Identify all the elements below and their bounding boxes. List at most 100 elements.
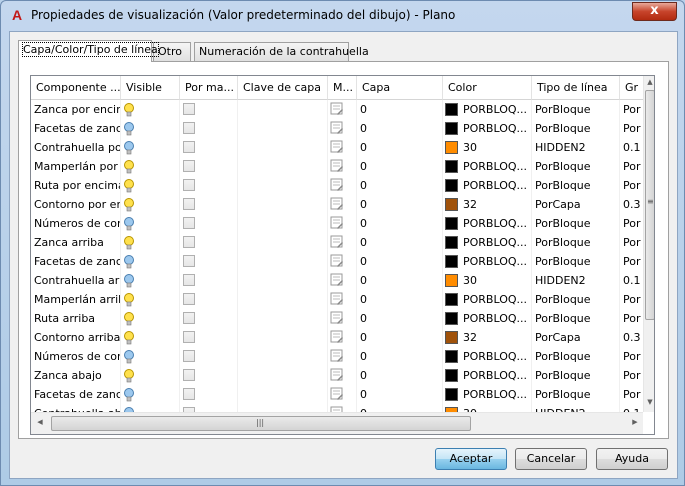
cell-visible[interactable] <box>121 138 180 157</box>
cell-tipo-de-linea[interactable]: PorBloque <box>532 309 620 328</box>
scroll-down-arrow-icon[interactable]: ▼ <box>644 398 654 406</box>
cell-grosor[interactable]: Por <box>620 309 643 328</box>
cell-componente[interactable]: Contrahuella abaj <box>31 404 121 412</box>
lightbulb-icon[interactable] <box>123 349 135 365</box>
lightbulb-icon[interactable] <box>123 197 135 213</box>
cell-color[interactable]: PORBLOQ... <box>443 252 532 271</box>
by-material-checkbox[interactable] <box>183 236 195 248</box>
table-row[interactable]: Facetas de zanca 0 PORBLOQ... PorBloque Por <box>31 119 643 138</box>
by-material-checkbox[interactable] <box>183 388 195 400</box>
cell-componente[interactable]: Contorno por enci <box>31 195 121 214</box>
cell-tipo-de-linea[interactable]: PorBloque <box>532 119 620 138</box>
cell-grosor[interactable]: Por <box>620 347 643 366</box>
cell-clave-de-capa[interactable] <box>238 366 328 385</box>
column-header-5[interactable]: Capa <box>357 76 443 100</box>
cell-componente[interactable]: Contrahuella por e <box>31 138 121 157</box>
cell-grosor[interactable]: 0.1 <box>620 271 643 290</box>
table-row[interactable]: Contrahuella abaj 0 30 HIDDEN20.1 <box>31 404 643 412</box>
table-row[interactable]: Números de contr 0 PORBLOQ... PorBloquePor <box>31 214 643 233</box>
cell-tipo-de-linea[interactable]: PorBloque <box>532 252 620 271</box>
cell-color[interactable]: 30 <box>443 138 532 157</box>
cell-tipo-de-linea[interactable]: PorBloque <box>532 233 620 252</box>
table-row[interactable]: Ruta arriba 0 PORBLOQ... PorBloque Por <box>31 309 643 328</box>
by-material-checkbox[interactable] <box>183 293 195 305</box>
cell-visible[interactable] <box>121 347 180 366</box>
lightbulb-icon[interactable] <box>123 273 135 289</box>
cell-m[interactable] <box>328 157 357 176</box>
help-button[interactable]: Ayuda <box>596 448 668 470</box>
cell-m[interactable] <box>328 385 357 404</box>
table-row[interactable]: Mamperlán por enc 0 PORBLOQ... PorBloquePor <box>31 157 643 176</box>
layer-edit-icon[interactable] <box>330 387 344 401</box>
cell-m[interactable] <box>328 328 357 347</box>
by-material-checkbox[interactable] <box>183 122 195 134</box>
cell-tipo-de-linea[interactable]: PorBloque <box>532 366 620 385</box>
cell-por-material[interactable] <box>180 176 238 195</box>
cell-m[interactable] <box>328 309 357 328</box>
scroll-left-arrow-icon[interactable]: ◀ <box>34 418 46 426</box>
cell-grosor[interactable]: Por <box>620 119 643 138</box>
cell-color[interactable]: 30 <box>443 404 532 412</box>
cell-color[interactable]: PORBLOQ... <box>443 157 532 176</box>
cell-m[interactable] <box>328 214 357 233</box>
table-row[interactable]: Contorno por enci 0 32 PorCapa0.3 <box>31 195 643 214</box>
layer-edit-icon[interactable] <box>330 159 344 173</box>
cell-componente[interactable]: Ruta arriba <box>31 309 121 328</box>
cell-color[interactable]: PORBLOQ... <box>443 214 532 233</box>
cell-componente[interactable]: Números de contr <box>31 347 121 366</box>
tab-numeracion-contrahuella[interactable]: Numeración de la contrahuella <box>194 42 369 61</box>
column-header-1[interactable]: Visible <box>121 76 180 100</box>
cell-componente[interactable]: Facetas de zanca <box>31 252 121 271</box>
cell-m[interactable] <box>328 366 357 385</box>
cell-componente[interactable]: Mamperlán arriba <box>31 290 121 309</box>
cell-color[interactable]: 30 <box>443 271 532 290</box>
cell-visible[interactable] <box>121 290 180 309</box>
cell-visible[interactable] <box>121 366 180 385</box>
table-row[interactable]: Zanca abajo 0 PORBLOQ... PorBloque Por <box>31 366 643 385</box>
cell-por-material[interactable] <box>180 100 238 119</box>
cell-clave-de-capa[interactable] <box>238 176 328 195</box>
table-row[interactable]: Contorno arriba 0 32 PorCapa 0.3 <box>31 328 643 347</box>
title-bar[interactable]: A Propiedades de visualización (Valor pr… <box>1 1 684 29</box>
scroll-right-arrow-icon[interactable]: ▶ <box>629 418 641 426</box>
cell-clave-de-capa[interactable] <box>238 271 328 290</box>
tab-capa-color-tipo[interactable]: Capa/Color/Tipo de línea <box>18 40 159 62</box>
by-material-checkbox[interactable] <box>183 274 195 286</box>
cell-color[interactable]: PORBLOQ... <box>443 347 532 366</box>
layer-edit-icon[interactable] <box>330 273 344 287</box>
cell-grosor[interactable]: Por <box>620 176 643 195</box>
cell-visible[interactable] <box>121 252 180 271</box>
cell-por-material[interactable] <box>180 271 238 290</box>
cell-tipo-de-linea[interactable]: PorCapa <box>532 195 620 214</box>
cell-color[interactable]: PORBLOQ... <box>443 309 532 328</box>
cell-color[interactable]: PORBLOQ... <box>443 176 532 195</box>
cell-m[interactable] <box>328 271 357 290</box>
lightbulb-icon[interactable] <box>123 292 135 308</box>
cell-grosor[interactable]: Por <box>620 157 643 176</box>
cell-por-material[interactable] <box>180 252 238 271</box>
horizontal-scroll-thumb[interactable]: ||| <box>51 416 471 431</box>
layer-edit-icon[interactable] <box>330 368 344 382</box>
layer-edit-icon[interactable] <box>330 178 344 192</box>
by-material-checkbox[interactable] <box>183 369 195 381</box>
cell-por-material[interactable] <box>180 309 238 328</box>
table-row[interactable]: Contrahuella arriba 0 30 HIDDEN20.1 <box>31 271 643 290</box>
cell-m[interactable] <box>328 176 357 195</box>
tab-otro[interactable]: Otro <box>153 42 191 61</box>
lightbulb-icon[interactable] <box>123 216 135 232</box>
by-material-checkbox[interactable] <box>183 179 195 191</box>
cell-por-material[interactable] <box>180 214 238 233</box>
cell-por-material[interactable] <box>180 195 238 214</box>
cell-visible[interactable] <box>121 195 180 214</box>
cell-tipo-de-linea[interactable]: PorBloque <box>532 347 620 366</box>
cell-capa[interactable]: 0 <box>357 404 443 412</box>
cell-visible[interactable] <box>121 309 180 328</box>
cell-visible[interactable] <box>121 100 180 119</box>
cell-grosor[interactable]: Por <box>620 385 643 404</box>
lightbulb-icon[interactable] <box>123 254 135 270</box>
table-row[interactable]: Facetas de zanca 0 PORBLOQ... PorBloque Por <box>31 252 643 271</box>
cell-m[interactable] <box>328 347 357 366</box>
cell-visible[interactable] <box>121 119 180 138</box>
column-header-7[interactable]: Tipo de línea <box>532 76 620 100</box>
lightbulb-icon[interactable] <box>123 311 135 327</box>
